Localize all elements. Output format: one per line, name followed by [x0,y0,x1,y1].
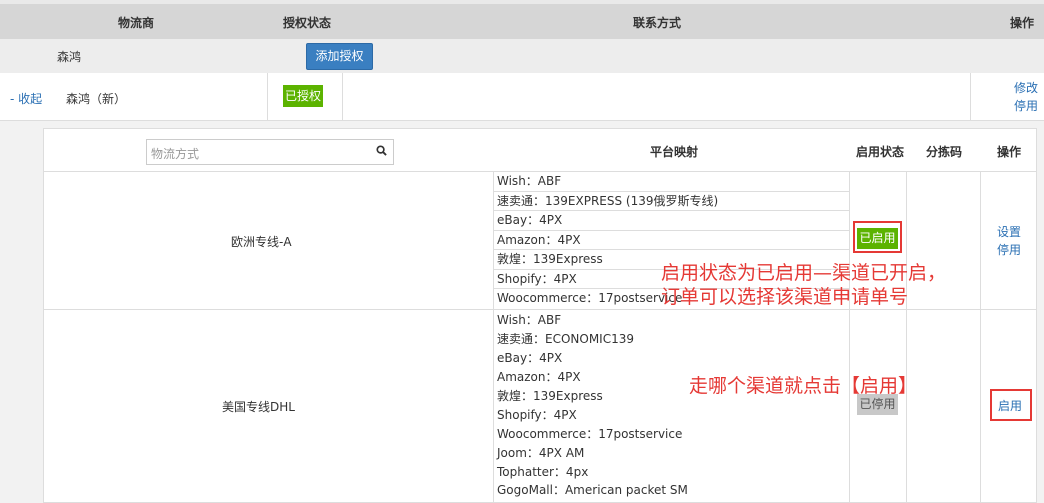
header-contact: 联系方式 [633,16,682,30]
collapse-link[interactable]: - 收起 [10,90,42,107]
platform-mapping-line: 速卖通：ECONOMIC139 [497,332,635,346]
header-auth-status: 授权状态 [283,16,332,30]
disable-link[interactable]: 停用 [1014,97,1038,114]
channel-name: 欧洲专线-A [231,235,292,249]
header-channel-action: 操作 [997,145,1022,159]
header-sort-code: 分拣码 [926,145,963,159]
add-auth-button[interactable]: 添加授权 [306,43,373,70]
enable-channel-link[interactable]: 启用 [998,397,1022,414]
provider-name: 森鸿 [57,50,82,64]
col-divider [906,172,907,503]
enabled-note-line1: 启用状态为已启用—渠道已开启， [661,262,947,284]
platform-mapping-line: 速卖通：139EXPRESS (139俄罗斯专线) [494,192,849,211]
platform-mapping-line: eBay：4PX [497,351,563,365]
disable-channel-link[interactable]: 停用 [997,241,1021,258]
provider-row: 森鸿 [0,39,1044,73]
header-platform-mapping: 平台映射 [650,145,699,159]
edit-link[interactable]: 修改 [1014,79,1038,96]
platform-mapping-line: Wish：ABF [497,313,562,327]
auth-status-badge: 已授权 [283,85,323,107]
platform-mapping-line: eBay：4PX [494,211,849,231]
auth-name: 森鸿（新） [66,92,127,106]
platform-mapping-line: Wish：ABF [494,172,849,192]
enabled-note-line2: 订单可以选择该渠道申请单号 [661,286,909,308]
header-action: 操作 [1010,16,1035,30]
auth-row: - 收起 森鸿（新） 已授权 修改 停用 [0,73,1044,121]
search-icon[interactable] [376,145,387,156]
enabled-status-badge: 已启用 [857,228,898,249]
settings-link[interactable]: 设置 [997,223,1021,240]
header-enable-status: 启用状态 [856,145,905,159]
col-divider [970,73,971,121]
col-divider [980,172,981,503]
enable-hint: 走哪个渠道就点击【启用】 [689,375,918,397]
search-input[interactable]: 物流方式 [146,139,394,165]
row-divider [43,309,1037,310]
search-placeholder: 物流方式 [151,147,200,161]
platform-mapping-line: Tophatter：4px [497,465,589,479]
table-header: 物流商 授权状态 联系方式 操作 [0,4,1044,39]
platform-mapping-line: Amazon：4PX [494,231,849,250]
platform-mapping-line: Shopify：4PX [497,408,577,422]
channel-name: 美国专线DHL [222,400,295,414]
col-divider [342,73,343,121]
header-logistics: 物流商 [118,16,155,30]
platform-mapping-line: GogoMall：American packet SM [497,483,688,497]
col-divider [267,73,268,121]
platform-mapping-line: Woocommerce：17postservice [497,427,683,441]
col-divider [849,172,850,503]
platform-mapping-line: Joom：4PX AM [497,446,585,460]
